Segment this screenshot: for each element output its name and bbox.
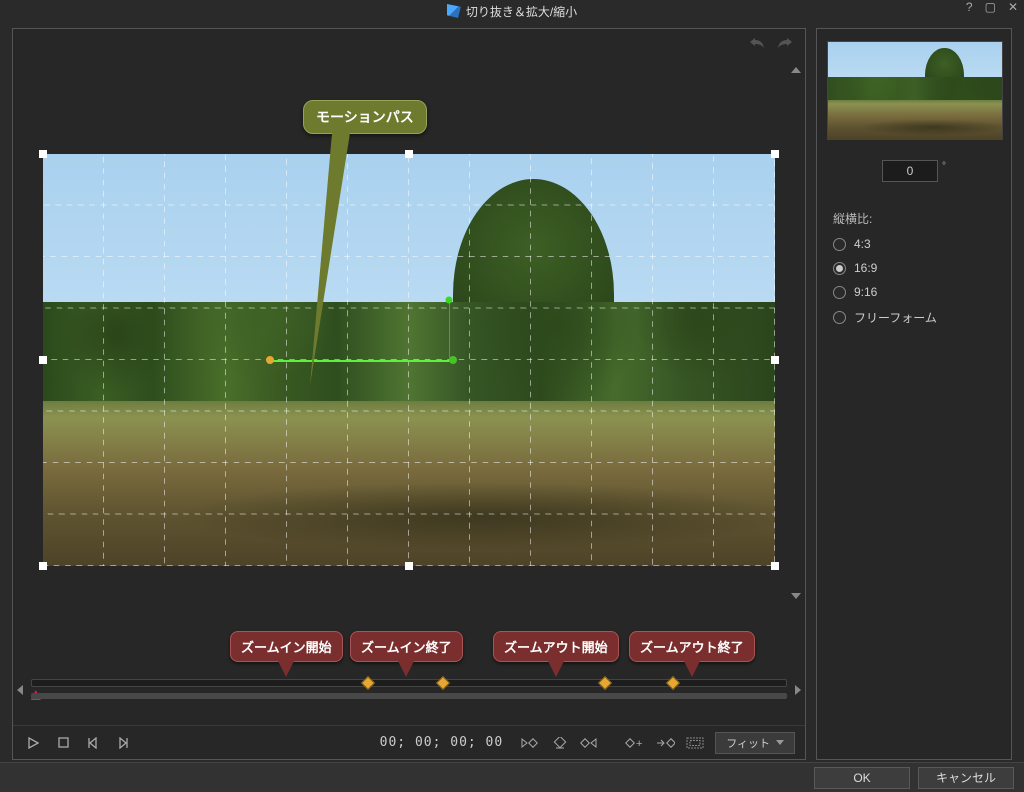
callout-zoom-in-start: ズームイン開始 [230, 631, 343, 662]
timeline-scroll-left-icon[interactable] [17, 685, 23, 695]
timeline [13, 669, 805, 725]
prev-keyframe-button[interactable] [519, 733, 539, 753]
keyframe-zoom-in-end[interactable] [436, 676, 450, 690]
prev-frame-button[interactable] [83, 733, 103, 753]
dialog-footer: OK キャンセル [0, 762, 1024, 792]
ok-button[interactable]: OK [814, 767, 910, 789]
zoom-fit-label: フィット [726, 735, 770, 751]
keyframe-zoom-out-end[interactable] [666, 676, 680, 690]
rotation-handle[interactable] [446, 297, 453, 304]
timeline-scrollbar[interactable] [31, 693, 787, 699]
keyframe-zoom-in-start[interactable] [360, 676, 374, 690]
preview-thumbnail [827, 41, 1003, 140]
callout-zoom-in-end: ズームイン終了 [350, 631, 463, 662]
keyframe-track[interactable] [31, 679, 787, 687]
rotation-input[interactable] [882, 160, 938, 182]
radio-icon [833, 238, 846, 251]
safe-zone-button[interactable] [685, 733, 705, 753]
playback-bar: 00; 00; 00; 00 + フィット [13, 725, 805, 759]
aspect-option-label: 9:16 [854, 285, 877, 299]
next-frame-button[interactable] [113, 733, 133, 753]
timeline-scroll-right-icon[interactable] [795, 685, 801, 695]
svg-text:+: + [636, 738, 642, 749]
add-keyframe-button[interactable]: + [625, 733, 645, 753]
crop-handle-bl[interactable] [39, 562, 47, 570]
preview-treeline [43, 302, 775, 409]
chevron-down-icon [776, 740, 784, 745]
next-keyframe-button[interactable] [579, 733, 599, 753]
app-logo-icon [447, 4, 461, 18]
undo-button[interactable] [747, 32, 767, 52]
crop-handle-br[interactable] [771, 562, 779, 570]
crop-handle-r[interactable] [771, 356, 779, 364]
zoom-fit-dropdown[interactable]: フィット [715, 732, 795, 754]
motion-path-line[interactable] [270, 360, 453, 362]
callout-motion-path: モーションパス [303, 100, 427, 134]
rotation-stem [449, 300, 450, 358]
crop-handle-tr[interactable] [771, 150, 779, 158]
aspect-option-freeform[interactable]: フリーフォーム [833, 309, 1001, 326]
maximize-icon[interactable]: ▢ [985, 0, 996, 14]
preview-area [13, 51, 805, 669]
callout-zoom-out-start: ズームアウト開始 [493, 631, 619, 662]
aspect-option-label: フリーフォーム [854, 309, 937, 326]
aspect-option-label: 16:9 [854, 261, 877, 275]
button-label: OK [853, 771, 870, 785]
callout-label: ズームアウト開始 [504, 640, 608, 655]
callout-zoom-out-end: ズームアウト終了 [629, 631, 755, 662]
crop-handle-b[interactable] [405, 562, 413, 570]
window-title: 切り抜き＆拡大/縮小 [466, 3, 577, 20]
radio-icon [833, 311, 846, 324]
timecode-display[interactable]: 00; 00; 00; 00 [374, 735, 510, 750]
cancel-button[interactable]: キャンセル [918, 767, 1014, 789]
crop-handle-l[interactable] [39, 356, 47, 364]
copy-keyframe-button[interactable] [655, 733, 675, 753]
callout-label: ズームイン終了 [361, 640, 452, 655]
aspect-ratio-label: 縦横比: [833, 210, 1001, 227]
aspect-option-4-3[interactable]: 4:3 [833, 237, 1001, 251]
radio-icon [833, 286, 846, 299]
radio-icon [833, 262, 846, 275]
aspect-option-16-9[interactable]: 16:9 [833, 261, 1001, 275]
callout-label: モーションパス [316, 109, 414, 125]
redo-button[interactable] [775, 32, 795, 52]
callout-label: ズームイン開始 [241, 640, 332, 655]
properties-panel: ° 縦横比: 4:3 16:9 9:16 フリーフォーム [816, 28, 1012, 760]
toggle-keyframe-button[interactable] [549, 733, 569, 753]
crop-handle-tl[interactable] [39, 150, 47, 158]
crop-canvas[interactable] [43, 154, 775, 566]
title-bar: 切り抜き＆拡大/縮小 ? ▢ ✕ [0, 0, 1024, 22]
aspect-option-9-16[interactable]: 9:16 [833, 285, 1001, 299]
callout-label: ズームアウト終了 [640, 640, 744, 655]
close-icon[interactable]: ✕ [1008, 0, 1018, 14]
motion-path-end-node[interactable] [449, 356, 457, 364]
degree-symbol: ° [942, 161, 946, 172]
crop-handle-t[interactable] [405, 150, 413, 158]
button-label: キャンセル [936, 769, 996, 786]
keyframe-zoom-out-start[interactable] [598, 676, 612, 690]
motion-path-start-node[interactable] [266, 356, 274, 364]
play-button[interactable] [23, 733, 43, 753]
help-icon[interactable]: ? [966, 0, 973, 14]
preview-grass [43, 401, 775, 566]
stop-button[interactable] [53, 733, 73, 753]
aspect-option-label: 4:3 [854, 237, 871, 251]
